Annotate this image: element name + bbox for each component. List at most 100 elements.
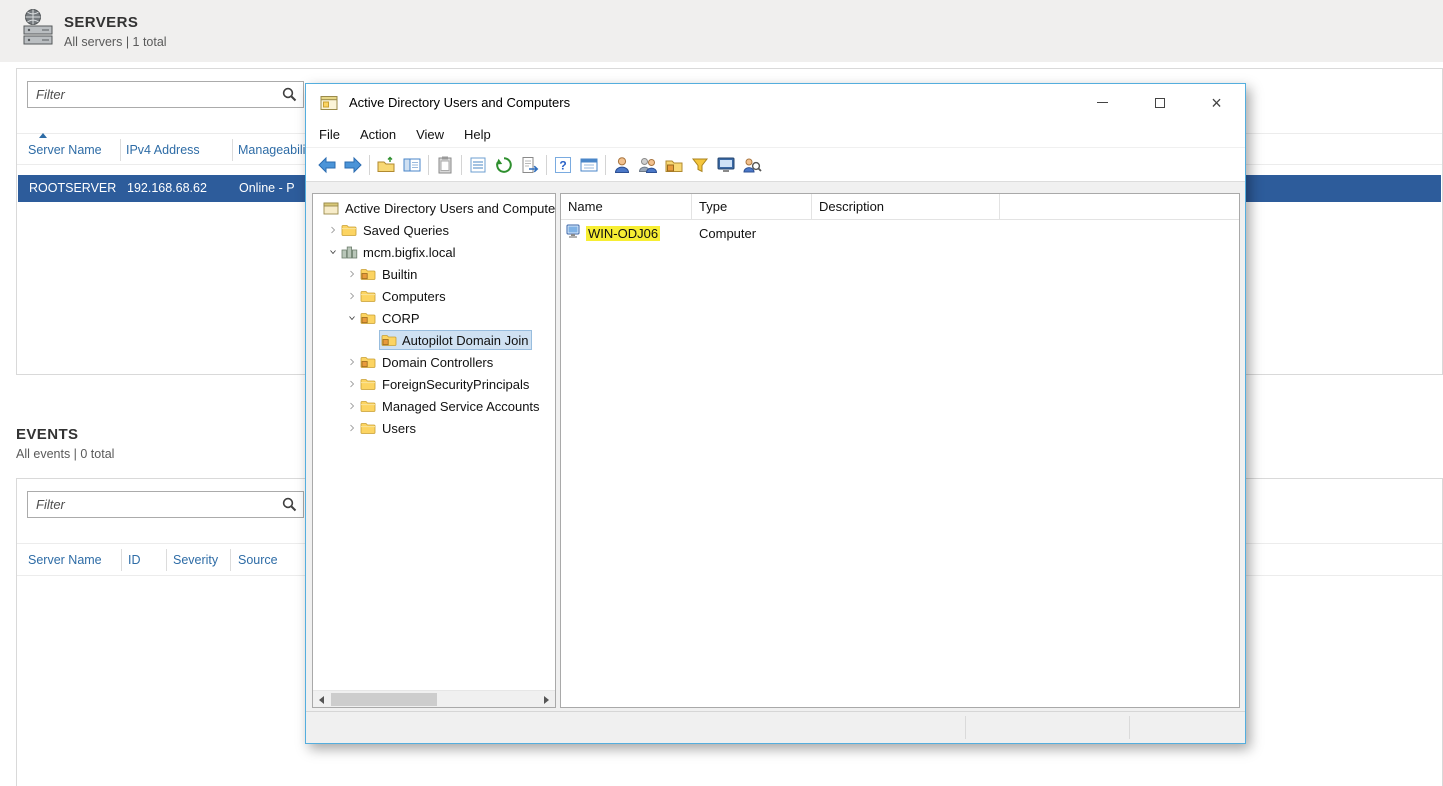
events-title: EVENTS [16,426,79,443]
maximize-button[interactable] [1131,84,1188,121]
menu-bar: File Action View Help [306,121,1245,148]
list-column-type[interactable]: Type [692,194,812,219]
servers-title: SERVERS [64,14,139,31]
folder-icon [360,420,377,436]
scroll-left-arrow[interactable] [313,691,330,707]
tree-item-label: CORP [382,310,420,326]
chevron-right-icon[interactable] [344,354,360,370]
folder-icon [360,398,377,414]
paste-icon[interactable] [433,154,457,176]
list-row-win-odj06[interactable]: WIN-ODJ06 Computer [561,220,1239,246]
ou-folder-icon [381,332,398,348]
refresh-icon[interactable] [492,154,516,176]
scroll-right-arrow[interactable] [538,691,555,707]
filter-icon[interactable] [688,154,712,176]
tree-item-builtin[interactable]: Builtin [344,263,555,285]
details-list-pane: Name Type Description WIN-ODJ06 Computer [560,193,1240,708]
tree-item-saved-queries[interactable]: Saved Queries [325,219,555,241]
menu-view[interactable]: View [416,127,444,142]
tree-item-corp[interactable]: CORP [344,307,555,329]
menu-file[interactable]: File [319,127,340,142]
tree-item-label: Domain Controllers [382,354,494,370]
column-header-ipv4-address[interactable]: IPv4 Address [126,143,200,157]
console-root-icon [323,200,340,216]
aduc-window: Active Directory Users and Computers × F… [305,83,1246,744]
find-icon[interactable] [740,154,764,176]
chevron-right-icon[interactable] [325,222,341,238]
show-console-tree-icon[interactable] [400,154,424,176]
column-header-manageability[interactable]: Manageability [238,143,315,157]
forward-icon[interactable] [341,154,365,176]
close-button[interactable]: × [1188,84,1245,121]
chevron-down-icon[interactable] [344,310,360,326]
list-column-name[interactable]: Name [561,194,692,219]
tree-item-domain[interactable]: mcm.bigfix.local [325,241,555,263]
server-name-cell: ROOTSERVER [29,181,117,195]
tree-item-root[interactable]: Active Directory Users and Computers [323,197,555,219]
chevron-right-icon[interactable] [344,266,360,282]
view-options-icon[interactable] [577,154,601,176]
chevron-placeholder [363,332,379,348]
tree-item-users[interactable]: Users [344,417,555,439]
new-user-icon[interactable] [610,154,634,176]
folder-icon [360,376,377,392]
display-options-icon[interactable] [714,154,738,176]
tree-item-foreign-security-principals[interactable]: ForeignSecurityPrincipals [344,373,555,395]
chevron-right-icon[interactable] [344,420,360,436]
tree-item-label: mcm.bigfix.local [363,244,456,260]
server-manager-screen: SERVERS All servers | 1 total Server Nam… [0,0,1443,786]
properties-icon[interactable] [466,154,490,176]
tree-item-label: Users [382,420,416,436]
chevron-right-icon[interactable] [344,376,360,392]
toolbar [306,148,1245,182]
chevron-right-icon[interactable] [344,288,360,304]
servers-subtitle: All servers | 1 total [64,35,167,49]
new-group-icon[interactable] [636,154,660,176]
list-column-filler [1000,194,1239,219]
minimize-icon [1097,102,1108,103]
status-bar [306,711,1245,743]
minimize-button[interactable] [1074,84,1131,121]
back-icon[interactable] [315,154,339,176]
events-filter-input[interactable] [27,491,304,518]
tree-horizontal-scrollbar[interactable] [313,690,555,707]
tree-item-computers[interactable]: Computers [344,285,555,307]
chevron-right-icon[interactable] [344,398,360,414]
search-icon [282,497,297,512]
column-header-id[interactable]: ID [128,553,141,567]
tree-item-label: Managed Service Accounts [382,398,540,414]
scrollbar-thumb[interactable] [331,693,437,706]
column-divider [120,139,121,161]
tree-item-label: Computers [382,288,446,304]
help-icon[interactable] [551,154,575,176]
tree-item-label: ForeignSecurityPrincipals [382,376,530,392]
tree-item-managed-service-accounts[interactable]: Managed Service Accounts [344,395,555,417]
ou-folder-icon [360,266,377,282]
column-header-server-name[interactable]: Server Name [28,553,102,567]
menu-help[interactable]: Help [464,127,491,142]
servers-filter-input[interactable] [27,81,304,108]
toolbar-separator [461,154,462,175]
column-header-severity[interactable]: Severity [173,553,218,567]
close-icon: × [1211,92,1222,113]
search-icon [282,87,297,102]
export-list-icon[interactable] [518,154,542,176]
new-organizational-unit-icon[interactable] [662,154,686,176]
column-header-source[interactable]: Source [238,553,278,567]
tree-item-domain-controllers[interactable]: Domain Controllers [344,351,555,373]
list-column-description[interactable]: Description [812,194,1000,219]
column-header-server-name[interactable]: Server Name [28,143,102,157]
selected-tree-item[interactable]: Autopilot Domain Join [379,330,533,350]
tree-item-label: Saved Queries [363,222,449,238]
up-one-level-icon[interactable] [374,154,398,176]
chevron-down-icon[interactable] [325,244,341,260]
ou-folder-icon [360,354,377,370]
menu-action[interactable]: Action [360,127,396,142]
tree-item-label: Builtin [382,266,418,282]
tree-item-autopilot-domain-join[interactable]: Autopilot Domain Join [363,329,555,351]
aduc-titlebar[interactable]: Active Directory Users and Computers × [306,84,1245,121]
server-ipv4-cell: 192.168.68.62 [127,181,207,195]
aduc-workarea: Active Directory Users and Computers Sav… [306,182,1245,711]
servers-header-band: SERVERS All servers | 1 total [0,0,1443,62]
column-divider [121,549,122,571]
